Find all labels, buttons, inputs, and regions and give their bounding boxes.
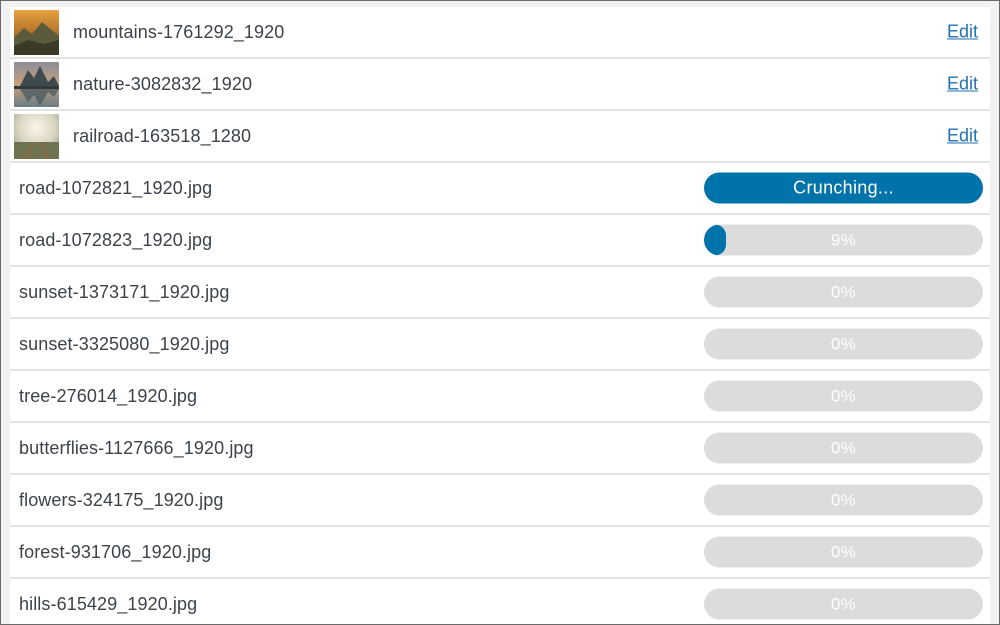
queued-file-row: road-1072821_1920.jpg Crunching... bbox=[10, 163, 990, 215]
queued-file-row: hills-615429_1920.jpg 0% bbox=[10, 579, 990, 624]
progress-bar: 0% bbox=[704, 276, 983, 308]
file-name: road-1072823_1920.jpg bbox=[19, 229, 213, 250]
progress-label: 0% bbox=[830, 490, 857, 509]
progress-bar: 0% bbox=[704, 484, 983, 516]
progress-label: 0% bbox=[830, 334, 857, 353]
optimized-file-row: nature-3082832_1920 Edit bbox=[10, 59, 990, 111]
edit-link[interactable]: Edit bbox=[947, 22, 978, 43]
queued-file-row: sunset-3325080_1920.jpg 0% bbox=[10, 319, 990, 371]
queued-file-row: flowers-324175_1920.jpg 0% bbox=[10, 475, 990, 527]
file-name: railroad-163518_1280 bbox=[73, 125, 252, 146]
file-name: hills-615429_1920.jpg bbox=[19, 593, 198, 614]
progress-label: 0% bbox=[830, 594, 857, 613]
progress-bar: 0% bbox=[704, 380, 983, 412]
file-name: nature-3082832_1920 bbox=[73, 73, 253, 94]
edit-link[interactable]: Edit bbox=[947, 126, 978, 147]
file-list: mountains-1761292_1920 Edit nature-30828… bbox=[10, 7, 990, 624]
file-name: forest-931706_1920.jpg bbox=[19, 541, 212, 562]
file-name: butterflies-1127666_1920.jpg bbox=[19, 437, 254, 458]
queued-file-row: forest-931706_1920.jpg 0% bbox=[10, 527, 990, 579]
optimized-file-row: mountains-1761292_1920 Edit bbox=[10, 7, 990, 59]
file-name: road-1072821_1920.jpg bbox=[19, 177, 213, 198]
mountain-sunset-thumbnail bbox=[14, 9, 59, 55]
file-name: tree-276014_1920.jpg bbox=[19, 385, 198, 406]
bulk-optimization-panel: mountains-1761292_1920 Edit nature-30828… bbox=[10, 7, 990, 624]
progress-label: Crunching... bbox=[793, 177, 894, 198]
file-name: mountains-1761292_1920 bbox=[73, 21, 285, 42]
progress-bar: 0% bbox=[704, 536, 983, 568]
queued-file-row: tree-276014_1920.jpg 0% bbox=[10, 371, 990, 423]
crunching-status-bar: Crunching... bbox=[704, 172, 983, 204]
progress-bar: 0% bbox=[704, 432, 983, 464]
lake-reflection-thumbnail bbox=[14, 61, 59, 107]
queued-file-row: sunset-1373171_1920.jpg 0% bbox=[10, 267, 990, 319]
progress-label: 0% bbox=[830, 438, 857, 457]
queued-file-row: road-1072823_1920.jpg 9% bbox=[10, 215, 990, 267]
file-name: sunset-3325080_1920.jpg bbox=[19, 333, 230, 354]
edit-link[interactable]: Edit bbox=[947, 74, 978, 95]
railroad-thumbnail bbox=[14, 113, 59, 159]
progress-label: 0% bbox=[830, 282, 857, 301]
progress-bar: 9% bbox=[704, 224, 983, 256]
queued-file-row: butterflies-1127666_1920.jpg 0% bbox=[10, 423, 990, 475]
file-name: sunset-1373171_1920.jpg bbox=[19, 281, 230, 302]
progress-label: 9% bbox=[830, 230, 857, 249]
progress-label: 0% bbox=[830, 386, 857, 405]
file-name: flowers-324175_1920.jpg bbox=[19, 489, 224, 510]
app-frame: mountains-1761292_1920 Edit nature-30828… bbox=[0, 0, 1000, 625]
optimized-file-row: railroad-163518_1280 Edit bbox=[10, 111, 990, 163]
progress-bar: 0% bbox=[704, 588, 983, 620]
progress-bar: 0% bbox=[704, 328, 983, 360]
progress-label: 0% bbox=[830, 542, 857, 561]
